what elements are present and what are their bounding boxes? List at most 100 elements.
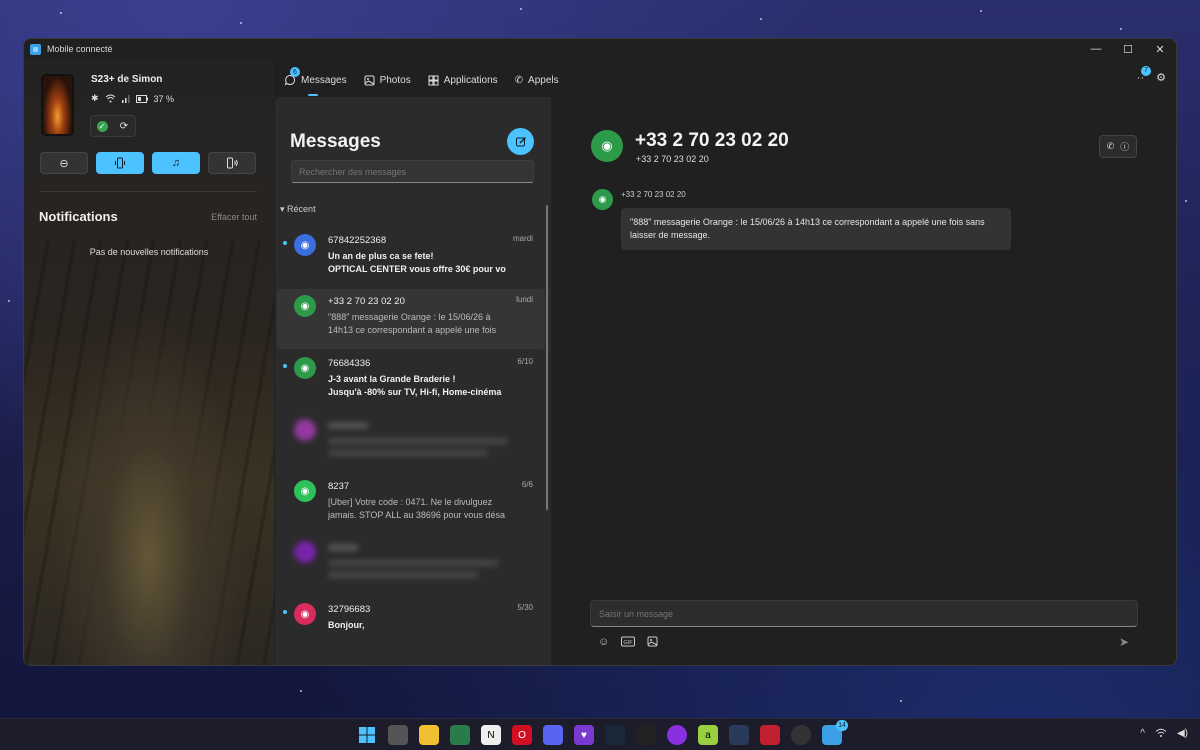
app-icon-green[interactable] — [450, 725, 470, 745]
send-button[interactable]: ➤ — [1119, 635, 1129, 649]
app-icon-red[interactable] — [760, 725, 780, 745]
phone-link-taskbar-icon[interactable]: 14 — [822, 720, 848, 745]
opera-icon[interactable]: O — [512, 725, 532, 745]
search-input[interactable] — [291, 160, 534, 183]
task-view-icon[interactable] — [388, 725, 408, 745]
recent-section-header[interactable]: ▾ Récent — [280, 204, 316, 215]
window-title: Mobile connecté — [47, 44, 113, 54]
messages-title: Messages — [290, 131, 381, 152]
message-input[interactable] — [590, 600, 1138, 627]
start-windows-icon[interactable] — [357, 725, 377, 745]
signal-icon — [121, 94, 130, 103]
tab-photos[interactable]: Photos — [364, 71, 411, 89]
clear-all-button[interactable]: Effacer tout — [211, 212, 257, 222]
phone-icon: ✆ — [514, 74, 524, 86]
list-item-blurred[interactable] — [277, 413, 545, 473]
refresh-icon: ⟳ — [119, 120, 129, 132]
device-sidebar: S23+ de Simon ✱ 37 % ✓ ⟳ ⊖ ♫ Notificatio… — [24, 59, 274, 665]
list-item-blurred[interactable] — [277, 535, 545, 595]
contact-avatar-icon: ◉ — [591, 130, 623, 162]
tab-label: Messages — [301, 74, 347, 86]
ring-mode-button[interactable]: ♫ — [152, 152, 200, 174]
call-info-button[interactable]: ✆ ⓘ — [1099, 135, 1137, 158]
tab-calls[interactable]: ✆ Appels — [515, 71, 559, 89]
vibrate-icon — [114, 157, 126, 169]
maximize-button[interactable]: ☐ — [1112, 39, 1144, 59]
connected-status-button[interactable]: ✓ — [91, 116, 113, 136]
contact-avatar-icon: ◉ — [294, 234, 316, 256]
device-actions: ✓ ⟳ — [90, 115, 136, 137]
svg-text:GIF: GIF — [624, 640, 634, 646]
message-preview: Bonjour, — [328, 620, 365, 630]
conversation-title: +33 2 70 23 02 20 — [635, 130, 789, 151]
app-icon-a[interactable]: a — [698, 725, 718, 745]
close-button[interactable]: ✕ — [1144, 39, 1176, 59]
message-date: 5/30 — [517, 603, 533, 612]
vibrate-mode-button[interactable] — [96, 152, 144, 174]
photo-icon — [364, 75, 375, 86]
steam-icon[interactable] — [605, 725, 625, 745]
do-not-disturb-button[interactable]: ⊖ — [40, 152, 88, 174]
wifi-icon[interactable] — [1155, 728, 1167, 739]
message-bubble: "888" messagerie Orange : le 15/06/26 à … — [621, 208, 1011, 250]
unread-indicator — [283, 241, 287, 245]
message-sender: 76684336 — [328, 358, 371, 369]
unread-indicator — [283, 364, 287, 368]
audio-output-button[interactable] — [208, 152, 256, 174]
circle-app-icon[interactable] — [667, 725, 687, 745]
list-item[interactable]: ◉ 76684336 6/10 J-3 avant la Grande Brad… — [277, 351, 545, 411]
bluetooth-icon: ✱ — [91, 93, 99, 103]
message-date: lundi — [516, 295, 533, 304]
device-status: ✱ 37 % — [91, 93, 174, 104]
epic-games-icon[interactable] — [636, 725, 656, 745]
phone-icon: ✆ — [1106, 141, 1115, 151]
list-item-selected[interactable]: ◉ +33 2 70 23 02 20 lundi "888" messager… — [277, 289, 545, 349]
new-message-button[interactable] — [507, 128, 534, 155]
minimize-button[interactable]: — — [1080, 39, 1112, 59]
obs-icon[interactable] — [791, 725, 811, 745]
list-item[interactable]: ◉ 8237 6/6 [Uber] Votre code : 0471. Ne … — [277, 474, 545, 534]
tab-messages[interactable]: 6 Messages — [284, 67, 347, 96]
contact-avatar-icon: ◉ — [294, 357, 316, 379]
gif-icon[interactable]: GIF — [621, 636, 636, 648]
message-sender: 8237 — [328, 481, 350, 492]
messages-badge: 6 — [290, 67, 300, 77]
check-icon: ✓ — [96, 120, 108, 132]
list-item[interactable]: ◉ 67842252368 mardi Un an de plus ca se … — [277, 228, 545, 288]
header-actions: ·· 7 ⚙ — [1137, 65, 1166, 84]
message-date: 6/10 — [517, 357, 533, 366]
sender-avatar-icon: ◉ — [592, 189, 613, 210]
apps-grid-icon — [428, 75, 439, 86]
file-explorer-icon[interactable] — [419, 725, 439, 745]
message-preview: J-3 avant la Grande Braderie ! Jusqu'à -… — [328, 374, 502, 397]
compose-icon — [515, 136, 527, 148]
list-item[interactable]: ◉ 32796683 5/30 Bonjour, — [277, 597, 545, 657]
message-date: mardi — [512, 234, 533, 243]
contact-avatar-icon: ◉ — [294, 480, 316, 502]
resolve-icon[interactable] — [729, 725, 749, 745]
music-icon: ♫ — [171, 157, 181, 169]
sync-button[interactable]: ⟳ — [113, 116, 135, 136]
list-scrollbar[interactable] — [546, 205, 548, 510]
taskbar: N O ♥ a 14 ^ ◀) — [0, 718, 1200, 750]
phone-link-window: Mobile connecté — ☐ ✕ S23+ de Simon ✱ 37… — [23, 38, 1177, 666]
chevron-up-icon[interactable]: ^ — [1140, 728, 1145, 739]
compose-toolbar: ☺ GIF — [598, 636, 658, 648]
dnd-icon: ⊖ — [59, 157, 69, 170]
more-badge: 7 — [1141, 65, 1152, 76]
phone-speaker-icon — [226, 157, 238, 169]
settings-button[interactable]: ⚙ — [1156, 71, 1166, 84]
emoji-icon[interactable]: ☺ — [598, 636, 609, 648]
volume-icon[interactable]: ◀) — [1177, 728, 1188, 739]
image-icon[interactable] — [647, 636, 658, 648]
purple-heart-app-icon[interactable]: ♥ — [574, 725, 594, 745]
discord-icon[interactable] — [543, 725, 563, 745]
tab-label: Appels — [528, 74, 559, 86]
wifi-icon — [105, 94, 116, 103]
tab-applications[interactable]: Applications — [428, 71, 498, 89]
message-sender: 32796683 — [328, 604, 371, 615]
taskbar-badge: 14 — [836, 720, 848, 731]
contact-avatar-icon: ◉ — [294, 603, 316, 625]
notion-icon[interactable]: N — [481, 725, 501, 745]
more-button[interactable]: ·· 7 — [1137, 65, 1152, 84]
